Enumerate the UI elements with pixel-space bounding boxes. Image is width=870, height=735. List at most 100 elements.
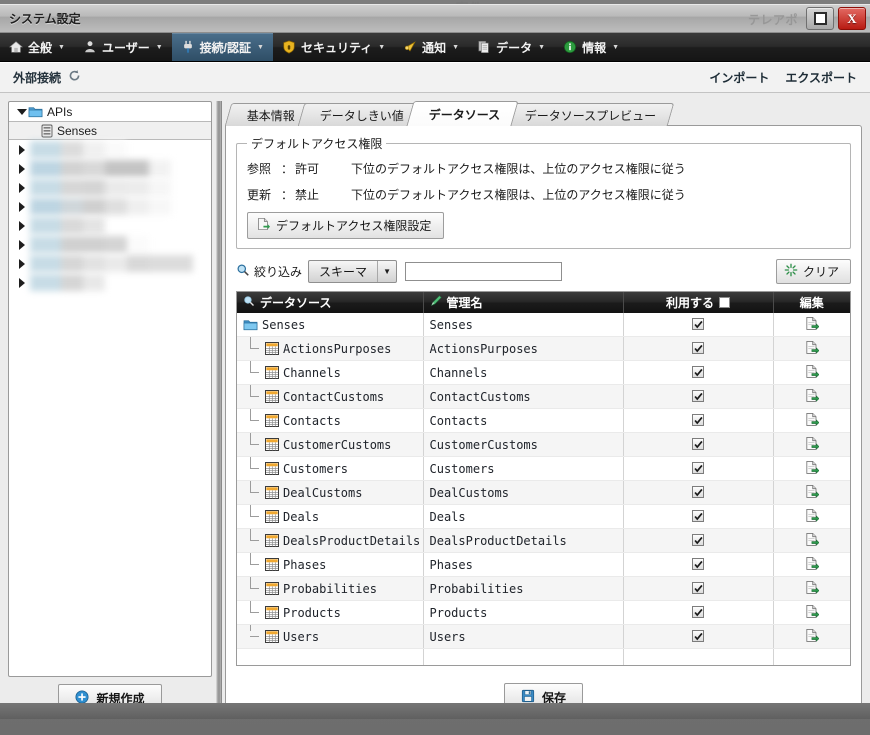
menu-label-connection-auth: 接続/認証: [199, 40, 251, 55]
enabled-checkbox[interactable]: [692, 438, 704, 450]
default-access-permission-settings-button[interactable]: デフォルトアクセス権限設定: [247, 212, 445, 239]
edit-document-icon[interactable]: [804, 484, 820, 502]
splitter-handle[interactable]: [215, 101, 222, 719]
table-row[interactable]: Users Users: [237, 624, 850, 649]
table-row[interactable]: DealCustoms DealCustoms: [237, 480, 850, 505]
table-row[interactable]: Probabilities Probabilities: [237, 576, 850, 601]
maximize-button[interactable]: [806, 7, 834, 30]
table-row[interactable]: Customers Customers: [237, 456, 850, 481]
export-link[interactable]: エクスポート: [785, 69, 857, 86]
enabled-checkbox[interactable]: [692, 630, 704, 642]
cell-datasource-label: Phases: [283, 557, 327, 572]
chevron-right-icon[interactable]: [15, 238, 28, 251]
api-tree-panel[interactable]: APIs Senses: [8, 101, 212, 677]
cell-managed-name: Users: [423, 624, 624, 649]
cell-enabled: [623, 528, 774, 553]
search-icon: [236, 263, 250, 280]
panel-splitter[interactable]: [212, 101, 225, 719]
menu-item-notifications[interactable]: 通知 ▼: [394, 33, 468, 61]
enabled-checkbox[interactable]: [692, 366, 704, 378]
select-all-checkbox[interactable]: [719, 297, 730, 308]
edit-document-icon[interactable]: [804, 508, 820, 526]
tab-label: データしきい値: [319, 108, 404, 123]
redacted-tree-items[interactable]: [9, 140, 211, 292]
cell-enabled: [623, 504, 774, 529]
edit-document-icon[interactable]: [804, 316, 820, 334]
chevron-right-icon[interactable]: [15, 219, 28, 232]
clear-filter-button[interactable]: クリア: [775, 259, 851, 284]
import-link[interactable]: インポート: [709, 69, 769, 86]
edit-document-icon[interactable]: [804, 388, 820, 406]
menu-item-info[interactable]: 情報 ▼: [554, 33, 628, 61]
table-row[interactable]: CustomerCustoms CustomerCustoms: [237, 432, 850, 457]
column-header-enabled[interactable]: 利用する: [623, 292, 774, 313]
enabled-checkbox[interactable]: [692, 606, 704, 618]
tree-node-redacted[interactable]: [9, 159, 211, 178]
enabled-checkbox[interactable]: [692, 558, 704, 570]
chevron-right-icon[interactable]: [15, 162, 28, 175]
edit-document-icon[interactable]: [804, 628, 820, 646]
enabled-checkbox[interactable]: [692, 486, 704, 498]
tree-node-redacted[interactable]: [9, 235, 211, 254]
enabled-checkbox[interactable]: [692, 414, 704, 426]
tree-node-redacted[interactable]: [9, 216, 211, 235]
column-header-edit[interactable]: 編集: [773, 292, 850, 313]
table-row[interactable]: Phases Phases: [237, 552, 850, 577]
tree-node-redacted[interactable]: [9, 254, 211, 273]
chevron-right-icon[interactable]: [15, 200, 28, 213]
enabled-checkbox[interactable]: [692, 510, 704, 522]
enabled-checkbox[interactable]: [692, 318, 704, 330]
enabled-checkbox[interactable]: [692, 534, 704, 546]
edit-document-icon[interactable]: [804, 556, 820, 574]
edit-document-icon[interactable]: [804, 532, 820, 550]
table-row[interactable]: DealsProductDetails DealsProductDetails: [237, 528, 850, 553]
table-row[interactable]: Contacts Contacts: [237, 408, 850, 433]
filler-cell: [237, 648, 424, 665]
enabled-checkbox[interactable]: [692, 462, 704, 474]
menu-item-users[interactable]: ユーザー ▼: [74, 33, 172, 61]
chevron-right-icon[interactable]: [15, 143, 28, 156]
table-row[interactable]: Channels Channels: [237, 360, 850, 385]
enabled-checkbox[interactable]: [692, 342, 704, 354]
tree-node-redacted[interactable]: [9, 140, 211, 159]
menu-item-data[interactable]: データ ▼: [468, 33, 554, 61]
table-row[interactable]: Products Products: [237, 600, 850, 625]
edit-document-icon[interactable]: [804, 580, 820, 598]
menu-item-connection-auth[interactable]: 接続/認証 ▼: [171, 33, 273, 61]
chevron-right-icon[interactable]: [15, 276, 28, 289]
table-row[interactable]: Senses Senses: [237, 313, 850, 337]
cell-datasource: CustomerCustoms: [237, 432, 424, 457]
datasource-grid-wrapper[interactable]: データソース 管理名 利用する 編集 Senses Senses Actions…: [236, 291, 851, 666]
edit-document-icon[interactable]: [804, 604, 820, 622]
table-row[interactable]: ActionsPurposes ActionsPurposes: [237, 336, 850, 361]
tree-node-redacted[interactable]: [9, 178, 211, 197]
edit-document-icon[interactable]: [804, 460, 820, 478]
tree-node-redacted[interactable]: [9, 273, 211, 292]
refresh-icon[interactable]: [68, 69, 81, 85]
edit-document-icon[interactable]: [804, 436, 820, 454]
close-button[interactable]: X: [838, 7, 866, 30]
tab-1[interactable]: データしきい値: [297, 103, 423, 126]
permission-colon: ：: [281, 188, 294, 202]
tree-node-redacted[interactable]: [9, 197, 211, 216]
tab-3[interactable]: データソースプレビュー: [503, 103, 676, 126]
enabled-checkbox[interactable]: [692, 582, 704, 594]
filter-text-input[interactable]: [405, 262, 563, 281]
tree-node-senses[interactable]: Senses: [9, 121, 211, 140]
enabled-checkbox[interactable]: [692, 390, 704, 402]
edit-document-icon[interactable]: [804, 364, 820, 382]
edit-document-icon[interactable]: [804, 412, 820, 430]
column-header-datasource[interactable]: データソース: [237, 292, 424, 313]
edit-document-icon[interactable]: [804, 340, 820, 358]
schema-select[interactable]: スキーマ ▼: [308, 260, 398, 283]
chevron-right-icon[interactable]: [15, 257, 28, 270]
table-row[interactable]: ContactCustoms ContactCustoms: [237, 384, 850, 409]
menu-item-general[interactable]: 全般 ▼: [0, 33, 74, 61]
tree-node-apis[interactable]: APIs: [9, 102, 211, 121]
menu-item-security[interactable]: セキュリティ ▼: [273, 33, 394, 61]
column-header-managed-name[interactable]: 管理名: [423, 292, 624, 313]
chevron-right-icon[interactable]: [15, 181, 28, 194]
chevron-down-icon[interactable]: [15, 105, 28, 118]
table-row[interactable]: Deals Deals: [237, 504, 850, 529]
tab-2[interactable]: データソース: [406, 101, 520, 126]
